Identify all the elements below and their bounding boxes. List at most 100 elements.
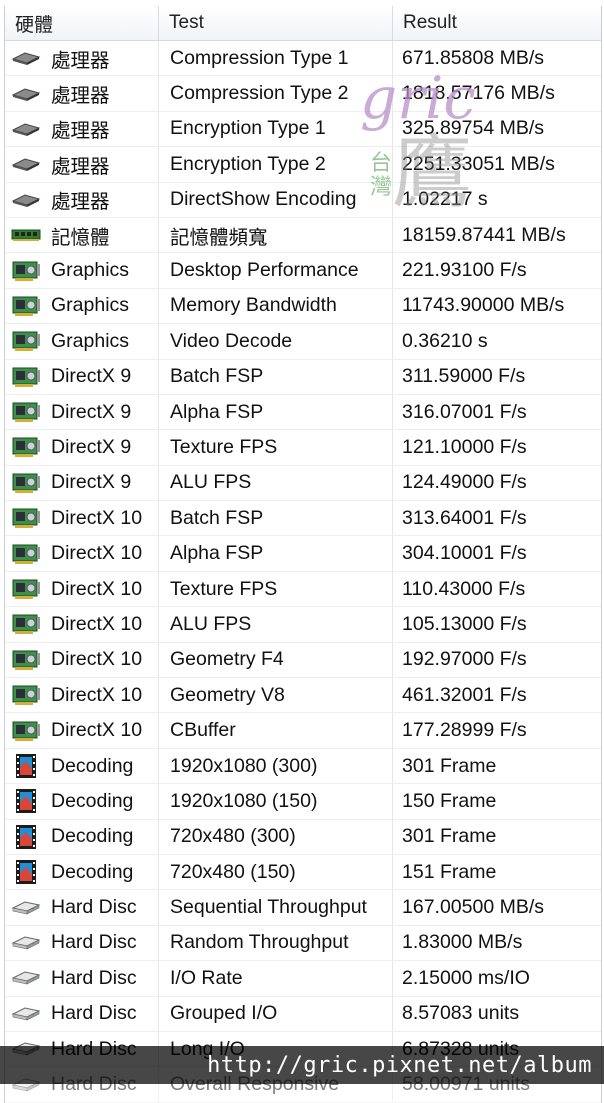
test-cell: Alpha FSP bbox=[159, 536, 393, 571]
hard-disk-icon bbox=[11, 897, 41, 919]
hardware-label: Graphics bbox=[51, 329, 130, 352]
hardware-cell: Decoding bbox=[5, 748, 159, 784]
hardware-cell: DirectX 9 bbox=[5, 359, 159, 394]
table-row[interactable]: Graphics Memory Bandwidth 11743.90000 MB/s bbox=[5, 288, 601, 325]
table-row[interactable]: DirectX 10 Geometry F4 192.97000 F/s bbox=[5, 642, 601, 679]
graphics-card-icon bbox=[11, 684, 41, 706]
table-row[interactable]: Hard Disc Grouped I/O 8.57083 units bbox=[5, 996, 601, 1032]
hardware-cell: 處理器 bbox=[5, 147, 159, 182]
table-row[interactable]: Decoding 1920x1080 (150) 150 Frame bbox=[5, 784, 601, 820]
hardware-label: Graphics bbox=[51, 259, 130, 282]
hard-disk-icon bbox=[11, 967, 41, 989]
result-cell: 192.97000 F/s bbox=[402, 648, 527, 671]
result-cell: 167.00500 MB/s bbox=[402, 896, 545, 919]
test-cell: Grouped I/O bbox=[159, 996, 393, 1031]
table-row[interactable]: 處理器 Encryption Type 1 325.89754 MB/s bbox=[5, 111, 601, 148]
test-cell: ALU FPS bbox=[159, 607, 393, 642]
result-cell: 151 Frame bbox=[402, 860, 497, 883]
table-row[interactable]: 處理器 DirectShow Encoding 1.02217 s bbox=[5, 182, 601, 218]
test-cell: Encryption Type 2 bbox=[159, 147, 393, 182]
hardware-cell: DirectX 10 bbox=[5, 536, 159, 571]
graphics-card-icon bbox=[11, 543, 41, 565]
table-row[interactable]: 處理器 Compression Type 1 671.85808 MB/s bbox=[5, 41, 601, 77]
graphics-card-icon bbox=[11, 260, 41, 282]
hardware-label: 處理器 bbox=[51, 191, 110, 214]
test-cell: Batch FSP bbox=[159, 359, 393, 394]
column-header-result[interactable]: Result bbox=[393, 6, 601, 40]
table-row[interactable]: DirectX 9 Texture FPS 121.10000 F/s bbox=[5, 430, 601, 466]
table-row[interactable]: Decoding 720x480 (300) 301 Frame bbox=[5, 819, 601, 855]
table-row[interactable]: DirectX 10 ALU FPS 105.13000 F/s bbox=[5, 607, 601, 643]
cpu-icon bbox=[11, 83, 41, 105]
graphics-card-icon bbox=[11, 330, 41, 352]
result-cell: 2.15000 ms/IO bbox=[402, 966, 530, 989]
test-cell: Texture FPS bbox=[159, 571, 393, 607]
table-row[interactable]: DirectX 10 Geometry V8 461.32001 F/s bbox=[5, 678, 601, 714]
table-row[interactable]: DirectX 9 Alpha FSP 316.07001 F/s bbox=[5, 394, 601, 431]
test-cell: Batch FSP bbox=[159, 501, 393, 536]
test-cell: Texture FPS bbox=[159, 430, 393, 465]
table-row[interactable]: DirectX 10 Alpha FSP 304.10001 F/s bbox=[5, 536, 601, 572]
hardware-cell: DirectX 10 bbox=[5, 713, 159, 748]
table-row[interactable]: 處理器 Encryption Type 2 2251.33051 MB/s bbox=[5, 147, 601, 183]
test-cell: Random Throughput bbox=[159, 925, 393, 961]
result-cell: 110.43000 F/s bbox=[402, 577, 526, 600]
hardware-label: 記憶體 bbox=[51, 226, 110, 249]
test-cell: Compression Type 2 bbox=[159, 76, 393, 111]
table-row[interactable]: Graphics Video Decode 0.36210 s bbox=[5, 324, 601, 360]
hardware-label: Decoding bbox=[51, 825, 134, 848]
test-cell: Sequential Throughput bbox=[159, 890, 393, 925]
hardware-cell: Decoding bbox=[5, 819, 159, 854]
test-cell: CBuffer bbox=[159, 713, 393, 748]
hardware-label: Hard Disc bbox=[51, 896, 137, 919]
graphics-card-icon bbox=[11, 720, 41, 742]
hardware-label: Hard Disc bbox=[51, 1002, 137, 1025]
hardware-label: DirectX 10 bbox=[51, 719, 143, 742]
hard-disk-icon bbox=[11, 932, 41, 954]
hard-disk-icon bbox=[11, 1003, 41, 1025]
column-header-hardware[interactable]: 硬體 bbox=[5, 6, 159, 40]
hardware-cell: Graphics bbox=[5, 288, 159, 324]
table-row[interactable]: Hard Disc Sequential Throughput 167.00500 … bbox=[5, 890, 601, 926]
test-cell: Geometry V8 bbox=[159, 678, 393, 713]
table-row[interactable]: Decoding 720x480 (150) 151 Frame bbox=[5, 854, 601, 891]
result-cell: 2251.33051 MB/s bbox=[402, 152, 555, 175]
table-row[interactable]: 處理器 Compression Type 2 1818.57176 MB/s bbox=[5, 76, 601, 112]
result-cell: 311.59000 F/s bbox=[402, 365, 526, 388]
result-cell: 1.02217 s bbox=[402, 188, 488, 211]
table-row[interactable]: DirectX 10 Texture FPS 110.43000 F/s bbox=[5, 571, 601, 608]
hardware-cell: DirectX 9 bbox=[5, 465, 159, 501]
film-icon bbox=[11, 860, 41, 885]
table-row[interactable]: DirectX 9 ALU FPS 124.49000 F/s bbox=[5, 465, 601, 502]
hardware-cell: DirectX 10 bbox=[5, 501, 159, 536]
table-row[interactable]: DirectX 10 CBuffer 177.28999 F/s bbox=[5, 713, 601, 749]
table-row[interactable]: DirectX 10 Batch FSP 313.64001 F/s bbox=[5, 501, 601, 537]
table-row[interactable]: 記憶體 記憶體頻寬 18159.87441 MB/s bbox=[5, 217, 601, 254]
cpu-icon bbox=[11, 189, 41, 211]
table-row[interactable]: Decoding 1920x1080 (300) 301 Frame bbox=[5, 748, 601, 785]
graphics-card-icon bbox=[11, 649, 41, 671]
column-header-test[interactable]: Test bbox=[159, 6, 393, 40]
result-cell: 1818.57176 MB/s bbox=[402, 82, 555, 105]
test-cell: 720x480 (150) bbox=[159, 854, 393, 890]
table-row[interactable]: Hard Disc I/O Rate 2.15000 ms/IO bbox=[5, 961, 601, 997]
hardware-cell: DirectX 10 bbox=[5, 678, 159, 713]
graphics-card-icon bbox=[11, 366, 41, 388]
cpu-icon bbox=[11, 118, 41, 140]
film-icon bbox=[11, 754, 41, 778]
graphics-card-icon bbox=[11, 507, 41, 529]
table-row[interactable]: Graphics Desktop Performance 221.93100 F/s bbox=[5, 253, 601, 289]
hardware-cell: DirectX 10 bbox=[5, 607, 159, 642]
table-row[interactable]: Hard Disc Random Throughput 1.83000 MB/s bbox=[5, 925, 601, 962]
result-cell: 8.57083 units bbox=[402, 1002, 520, 1025]
result-cell: 301 Frame bbox=[402, 825, 497, 848]
table-row[interactable]: DirectX 9 Batch FSP 311.59000 F/s bbox=[5, 359, 601, 395]
results-table: 硬體 Test Result 處理器 Compression Type 1 671.… bbox=[4, 6, 602, 1103]
cpu-icon bbox=[11, 153, 41, 175]
hardware-label: Hard Disc bbox=[51, 966, 137, 989]
hardware-cell: 處理器 bbox=[5, 182, 159, 217]
hardware-label: Decoding bbox=[51, 754, 134, 777]
result-cell: 316.07001 F/s bbox=[402, 400, 527, 423]
test-cell: Encryption Type 1 bbox=[159, 111, 393, 147]
cpu-icon bbox=[11, 47, 41, 69]
